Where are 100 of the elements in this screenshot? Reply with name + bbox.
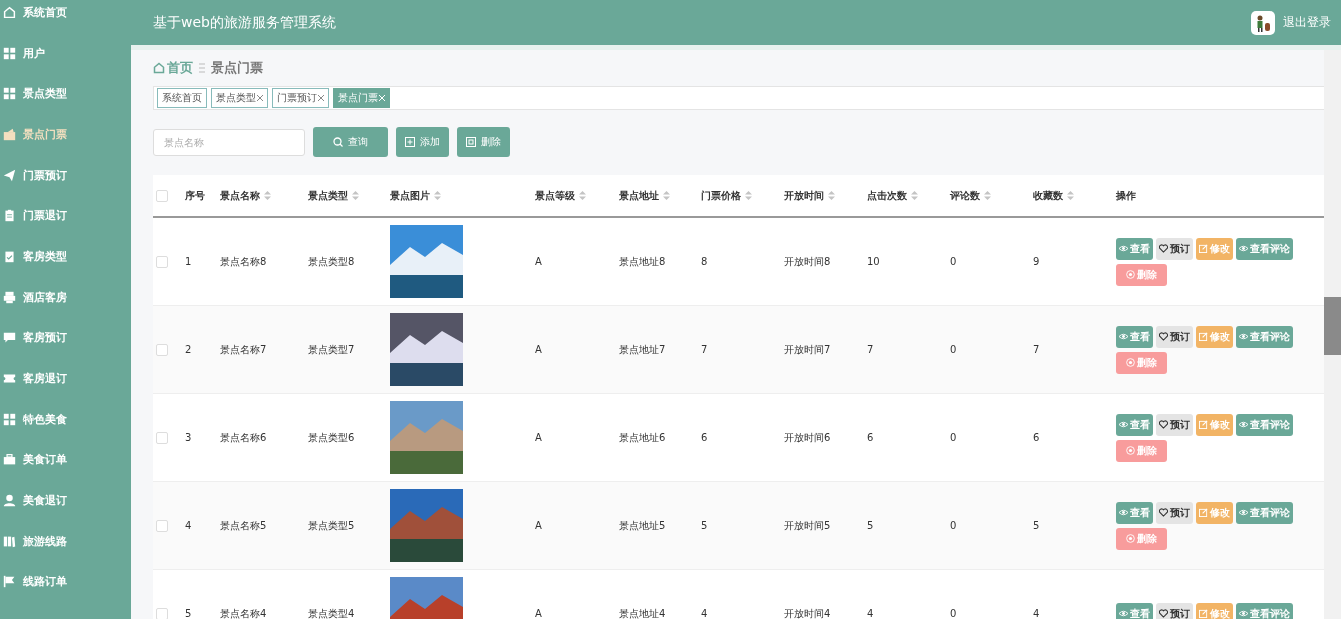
sort-icon[interactable]	[264, 191, 271, 200]
page-tag[interactable]: 景点类型	[211, 88, 268, 108]
row-checkbox[interactable]	[156, 431, 168, 444]
column-header[interactable]: 景点图片	[390, 188, 430, 203]
edit-icon	[1199, 244, 1208, 253]
logout-link[interactable]: 退出登录	[1283, 14, 1331, 31]
view-button[interactable]: 查看	[1116, 237, 1153, 260]
sidebar-item[interactable]: 用户	[0, 32, 131, 74]
table-cell: 0	[950, 608, 957, 619]
sidebar-item[interactable]: 门票退订	[0, 195, 131, 237]
view-comments-button[interactable]: 查看评论	[1236, 501, 1293, 524]
eye-icon	[1239, 420, 1248, 429]
heart-icon	[1159, 609, 1168, 618]
row-checkbox[interactable]	[156, 607, 168, 619]
sort-icon[interactable]	[828, 191, 835, 200]
view-comments-button[interactable]: 查看评论	[1236, 413, 1293, 436]
column-header[interactable]: 评论数	[950, 188, 980, 203]
row-checkbox[interactable]	[156, 255, 168, 268]
sidebar-item[interactable]: 客房退订	[0, 358, 131, 399]
reserve-button[interactable]: 预订	[1156, 413, 1193, 436]
column-header[interactable]: 景点地址	[619, 188, 659, 203]
sidebar-item[interactable]: 客房预订	[0, 317, 131, 359]
reserve-button[interactable]: 预订	[1156, 325, 1193, 348]
table-cell: A	[535, 256, 542, 267]
heart-icon	[1159, 244, 1168, 253]
row-checkbox[interactable]	[156, 343, 168, 356]
column-header[interactable]: 门票价格	[701, 188, 741, 203]
close-icon[interactable]	[257, 95, 263, 101]
view-comments-button[interactable]: 查看评论	[1236, 602, 1293, 619]
table-cell: 7	[1033, 344, 1040, 355]
sidebar-item[interactable]: 线路订单	[0, 561, 131, 603]
row-checkbox[interactable]	[156, 519, 168, 532]
sidebar-item[interactable]: 酒店客房	[0, 276, 131, 318]
sort-icon[interactable]	[984, 191, 991, 200]
view-button[interactable]: 查看	[1116, 602, 1153, 619]
sort-icon[interactable]	[352, 191, 359, 200]
sort-icon[interactable]	[663, 191, 670, 200]
sort-icon[interactable]	[911, 191, 918, 200]
column-header[interactable]: 景点类型	[308, 188, 348, 203]
column-header[interactable]: 收藏数	[1033, 188, 1063, 203]
search-button[interactable]: 查询	[313, 127, 388, 157]
ticket-icon	[3, 372, 16, 386]
edit-button[interactable]: 修改	[1196, 325, 1233, 348]
heart-icon	[1159, 508, 1168, 517]
sidebar-item[interactable]: 旅游线路	[0, 520, 131, 562]
sort-icon[interactable]	[579, 191, 586, 200]
edit-button[interactable]: 修改	[1196, 501, 1233, 524]
sidebar-item[interactable]: 系统首页	[0, 0, 131, 33]
sidebar-item[interactable]: 美食订单	[0, 439, 131, 481]
sidebar-item[interactable]: 景点门票	[0, 114, 131, 155]
reserve-button[interactable]: 预订	[1156, 237, 1193, 260]
delete-button[interactable]: 删除	[1116, 527, 1167, 550]
person-icon	[3, 494, 16, 508]
table-cell: 开放时间5	[784, 519, 831, 531]
sidebar-item[interactable]: 景点类型	[0, 73, 131, 115]
sort-icon[interactable]	[745, 191, 752, 200]
scrollbar[interactable]	[1324, 50, 1341, 619]
sidebar-item[interactable]: 美食退订	[0, 480, 131, 521]
table-cell: 4	[1033, 608, 1040, 619]
sidebar-item[interactable]: 客房类型	[0, 236, 131, 277]
reserve-button[interactable]: 预订	[1156, 501, 1193, 524]
breadcrumb-home-link[interactable]: 首页	[153, 59, 193, 77]
sidebar-item[interactable]: 门票预订	[0, 154, 131, 196]
sort-icon[interactable]	[434, 191, 441, 200]
column-header[interactable]: 序号	[185, 188, 205, 203]
column-header[interactable]: 点击次数	[867, 188, 907, 203]
edit-button[interactable]: 修改	[1196, 602, 1233, 619]
delete-button[interactable]: 删除	[1116, 439, 1167, 462]
table-cell: 景点地址7	[619, 343, 666, 355]
sidebar-item[interactable]: 特色美食	[0, 398, 131, 440]
page-tag[interactable]: 门票预订	[272, 88, 329, 108]
column-header[interactable]: 景点名称	[220, 188, 260, 203]
column-header[interactable]: 操作	[1116, 188, 1136, 203]
delete-button[interactable]: 删除	[1116, 351, 1167, 374]
search-field[interactable]: 景点名称	[153, 128, 305, 156]
close-icon[interactable]	[318, 95, 324, 101]
add-button[interactable]: 添加	[396, 127, 449, 157]
column-header[interactable]: 开放时间	[784, 188, 824, 203]
delete-button[interactable]: 删除	[1116, 263, 1167, 286]
select-all-checkbox[interactable]	[156, 189, 168, 202]
view-comments-button[interactable]: 查看评论	[1236, 237, 1293, 260]
scrollbar-thumb[interactable]	[1324, 297, 1341, 355]
view-comments-button[interactable]: 查看评论	[1236, 325, 1293, 348]
page-tag[interactable]: 景点门票	[333, 88, 390, 108]
view-button[interactable]: 查看	[1116, 501, 1153, 524]
view-button[interactable]: 查看	[1116, 413, 1153, 436]
table-cell: 景点地址8	[619, 255, 666, 267]
sort-icon[interactable]	[1067, 191, 1074, 200]
edit-button[interactable]: 修改	[1196, 237, 1233, 260]
page-tag[interactable]: 系统首页	[157, 88, 207, 108]
chat-icon	[3, 331, 16, 345]
reserve-button[interactable]: 预订	[1156, 602, 1193, 619]
eye-icon	[1119, 508, 1128, 517]
delete-button[interactable]: 删除	[457, 127, 510, 157]
column-header[interactable]: 景点等级	[535, 188, 575, 203]
grid-icon	[3, 87, 16, 101]
search-icon	[333, 137, 343, 147]
view-button[interactable]: 查看	[1116, 325, 1153, 348]
table-cell: A	[535, 520, 542, 531]
edit-button[interactable]: 修改	[1196, 413, 1233, 436]
